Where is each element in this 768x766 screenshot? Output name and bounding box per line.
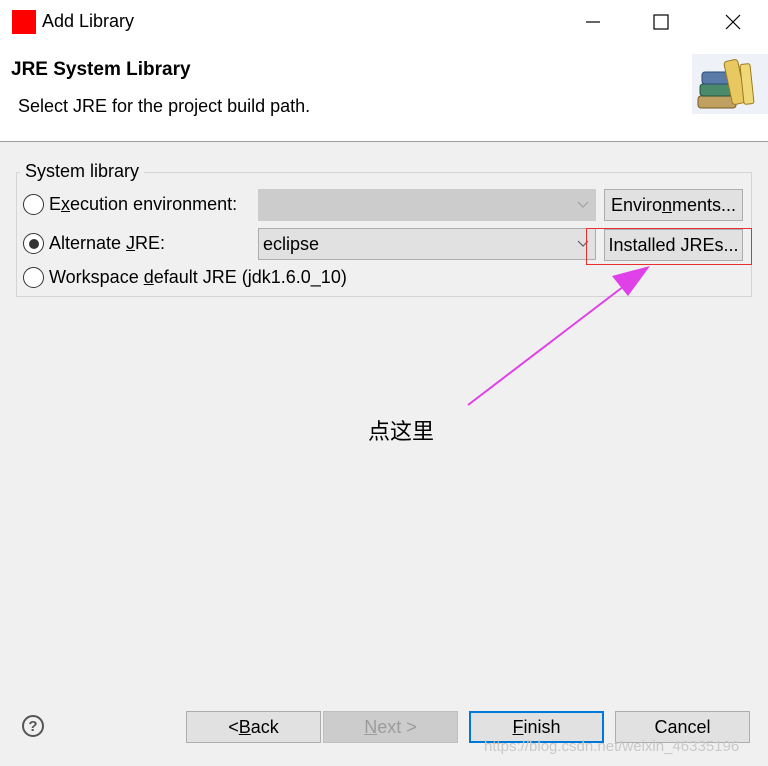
watermark-text: https://blog.csdn.net/weixin_46335196 xyxy=(484,738,740,755)
annotation-arrow-icon xyxy=(467,266,650,406)
help-icon[interactable]: ? xyxy=(22,715,44,737)
back-button[interactable]: < Back xyxy=(186,711,321,743)
annotation-text: 点这里 xyxy=(368,419,435,444)
next-button[interactable]: Next > xyxy=(323,711,458,743)
